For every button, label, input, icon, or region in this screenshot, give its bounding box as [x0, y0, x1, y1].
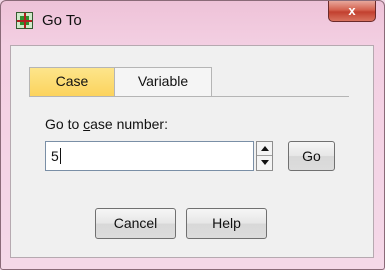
spin-down-button[interactable] [257, 156, 272, 170]
spin-up-button[interactable] [257, 142, 272, 156]
spin-up-icon [261, 146, 269, 151]
case-number-label: Go to case number: [45, 116, 168, 132]
close-button[interactable]: x [328, 1, 376, 22]
title-bar[interactable]: Go To x [1, 1, 384, 45]
help-button[interactable]: Help [186, 208, 267, 239]
tab-divider [29, 96, 349, 97]
case-number-spinner[interactable] [256, 141, 273, 171]
cancel-button[interactable]: Cancel [95, 208, 176, 239]
tab-case[interactable]: Case [29, 67, 115, 96]
case-number-input[interactable]: 5 [45, 141, 254, 171]
spin-down-icon [261, 160, 269, 165]
dialog-title: Go To [42, 12, 82, 29]
tab-variable[interactable]: Variable [115, 67, 212, 96]
text-caret [59, 148, 61, 164]
spss-data-icon [16, 12, 33, 29]
go-button[interactable]: Go [288, 141, 335, 171]
